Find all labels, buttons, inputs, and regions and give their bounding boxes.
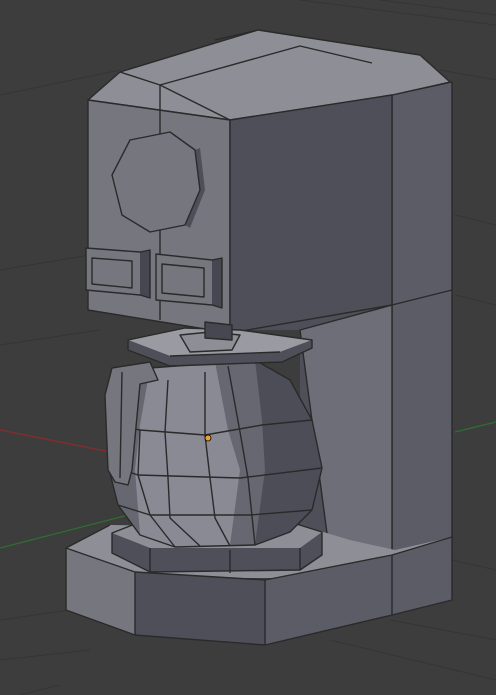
right-button-side xyxy=(212,258,222,308)
tower-right-face xyxy=(392,82,452,552)
head-front-face xyxy=(230,95,392,333)
left-button-side xyxy=(140,250,150,298)
object-origin-marker[interactable] xyxy=(204,434,212,442)
y-axis-line-right xyxy=(454,421,496,433)
viewport-canvas[interactable] xyxy=(0,0,496,695)
base-front xyxy=(135,572,265,645)
x-axis-line xyxy=(0,429,111,453)
coffee-maker-model[interactable] xyxy=(65,29,453,646)
3d-viewport[interactable] xyxy=(0,0,496,695)
